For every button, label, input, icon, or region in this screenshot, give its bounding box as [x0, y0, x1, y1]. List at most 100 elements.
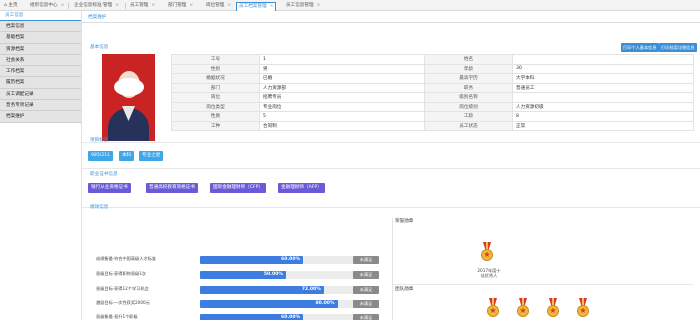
goal-label: 晋级衡量·晋升1个职级 [96, 314, 138, 319]
info-value: 大学本科 [512, 73, 694, 84]
info-label: 工龄 [424, 111, 513, 122]
sidebar-item-social-relations[interactable]: 社会关系 [0, 54, 81, 67]
tag-985-211[interactable]: 985/211 [88, 151, 114, 161]
tag-bachelor[interactable]: 本科 [119, 151, 135, 161]
sidebar-item-special-records[interactable]: 晋务专项记录 [0, 100, 81, 112]
info-label: 部门 [171, 82, 260, 93]
tab-employee-info-manage[interactable]: 员工信息管理 × [284, 2, 322, 11]
sidebar: 员工信息 档案信息 基础档案 资源档案 社会关系 工作档案 履历档案 员工调配记… [0, 11, 82, 320]
info-value: 1 [259, 54, 425, 65]
info-label: 工种 [171, 120, 260, 131]
basic-info-title: 基本信息 [90, 45, 109, 50]
tab-divider [125, 3, 126, 9]
info-row: 工号 1 姓名 [171, 54, 694, 65]
info-label: 性别 [171, 63, 260, 74]
goal-status-badge: 未满足 [353, 300, 379, 308]
goal-percent: 60.00% [281, 315, 301, 320]
sidebar-item-resume-archive[interactable]: 履历档案 [0, 77, 81, 89]
print-basic-info-button[interactable]: 打印个人基本信息 [621, 43, 659, 52]
team-medal-icon: ★ [577, 298, 589, 318]
home-icon: ⌂ [4, 3, 7, 8]
tab-enterprise-standard[interactable]: 企业信息标准·管理 × [72, 2, 121, 11]
close-icon[interactable]: × [317, 3, 321, 8]
info-value: 30 [512, 63, 694, 74]
divider [82, 22, 700, 23]
goal-progress-fill: 80.00% [200, 300, 338, 308]
info-label: 姓名 [424, 54, 513, 65]
info-value: 8 [512, 111, 694, 122]
info-value: 招聘专员 [259, 92, 425, 103]
honor-medal-title: 荣誉勋章 [395, 219, 414, 224]
goal-label: 晋级目标·获得职称晋级1次 [96, 271, 147, 276]
sidebar-title: 员工信息 [0, 11, 81, 21]
main-content: 档案维护 基本信息 打印个人基本信息 打印档案详细信息 工号 1 姓名 性别男年龄 30… [82, 11, 700, 320]
info-row: 岗位 招聘专员 级别名称 [171, 92, 694, 103]
close-icon[interactable]: × [227, 3, 231, 8]
goal-status-badge: 未满足 [353, 286, 379, 294]
goal-progress-fill: 60.00% [200, 256, 304, 264]
top-tab-bar: ⌂ 主页 组织信息中心 × 企业信息标准·管理 × 员工管理 × 部门管理 × 岗位管理… [0, 0, 700, 11]
info-value: 5 [259, 111, 425, 122]
sidebar-item-transfer-records[interactable]: 员工调配记录 [0, 88, 81, 101]
close-icon[interactable]: × [61, 3, 65, 8]
info-value: 男 [259, 63, 425, 74]
divider [82, 142, 700, 143]
goal-progress-track: 72.00% [200, 286, 372, 294]
goal-row: 晋级目标·获得12个学习机会 72.00% [96, 285, 376, 295]
info-value: 专业岗位 [259, 101, 425, 112]
info-value [512, 54, 694, 65]
team-medal-title: 团队勋章 [395, 287, 414, 292]
sidebar-item-resource-archive[interactable]: 资源档案 [0, 43, 81, 55]
info-value: 已婚 [259, 73, 425, 84]
close-icon[interactable]: × [151, 3, 155, 8]
close-icon[interactable]: × [189, 3, 193, 8]
tag-bank-cert[interactable]: 银行从业资格证书 [88, 183, 131, 193]
info-row: 婚姻状况 已婚 最高学历 大学本科 [171, 73, 694, 84]
close-icon[interactable]: × [270, 4, 274, 9]
goal-percent: 80.00% [315, 301, 335, 306]
tab-org-info-center[interactable]: 组织信息中心 × [28, 2, 66, 11]
info-label: 职务 [424, 82, 513, 93]
info-label: 最高学历 [424, 73, 513, 84]
goal-progress-fill: 60.00% [200, 314, 304, 320]
print-detail-info-button[interactable]: 打印档案详细信息 [659, 43, 697, 52]
tab-divider [68, 3, 69, 9]
sidebar-item-basic-archive[interactable]: 基础档案 [0, 32, 81, 44]
goal-progress-track: 60.00% [200, 314, 372, 320]
sidebar-item-work-archive[interactable]: 工作档案 [0, 66, 81, 78]
tag-cfp[interactable]: 国际金融理财师（CFP） [210, 183, 266, 193]
sidebar-item-archive-maintenance[interactable]: 档案维护 [0, 111, 81, 123]
info-row: 工种 合同制 员工状态 正常 [171, 120, 694, 131]
close-icon[interactable]: × [115, 3, 119, 8]
tab-employee-manage[interactable]: 员工管理 × [128, 2, 157, 11]
goal-progress-track: 50.00% [200, 271, 372, 279]
goal-status-badge: 未满足 [353, 314, 379, 320]
performance-title: 绩效信息 [90, 205, 109, 210]
tag-teacher-cert[interactable]: 普通高校教育资格证书 [146, 183, 198, 193]
tab-employee-archive[interactable]: 员工档案管理 × [236, 2, 277, 11]
breadcrumb: 档案维护 [88, 15, 107, 20]
goal-percent: 60.00% [281, 257, 301, 262]
info-value: 正常 [512, 120, 694, 131]
goal-progress-fill: 72.00% [200, 286, 324, 294]
face-privacy-mask [114, 78, 144, 96]
info-value [512, 92, 694, 103]
team-medal-icon: ★ [547, 298, 559, 318]
divider [393, 284, 693, 285]
goal-progress-fill: 50.00% [200, 271, 286, 279]
info-label: 级别名称 [424, 92, 513, 103]
project-tags-title: 项目标签 [90, 138, 109, 143]
tag-major-star[interactable]: 专业之星 [139, 151, 164, 161]
team-medal-icon: ★ [517, 298, 529, 318]
goal-status-badge: 未满足 [353, 271, 379, 279]
basic-info-table: 工号 1 姓名 性别男年龄 30 婚姻状况 已婚 最高学历 大学本科 部门 人力资源部 职务 普通员工岗… [171, 54, 694, 131]
sidebar-item-archive-info[interactable]: 档案信息 [0, 21, 81, 33]
goal-label: 晋级目标·获得12个学习机会 [96, 286, 149, 291]
tab-department-manage[interactable]: 部门管理 × [166, 2, 195, 11]
info-label: 婚姻状况 [171, 73, 260, 84]
info-label: 岗位级别 [424, 101, 513, 112]
tag-afp[interactable]: 金融理财师（AFP） [278, 183, 325, 193]
tab-position-manage[interactable]: 岗位管理 × [204, 2, 233, 11]
medal-icon: ★ [481, 242, 493, 262]
tab-home[interactable]: ⌂ 主页 [2, 2, 20, 11]
